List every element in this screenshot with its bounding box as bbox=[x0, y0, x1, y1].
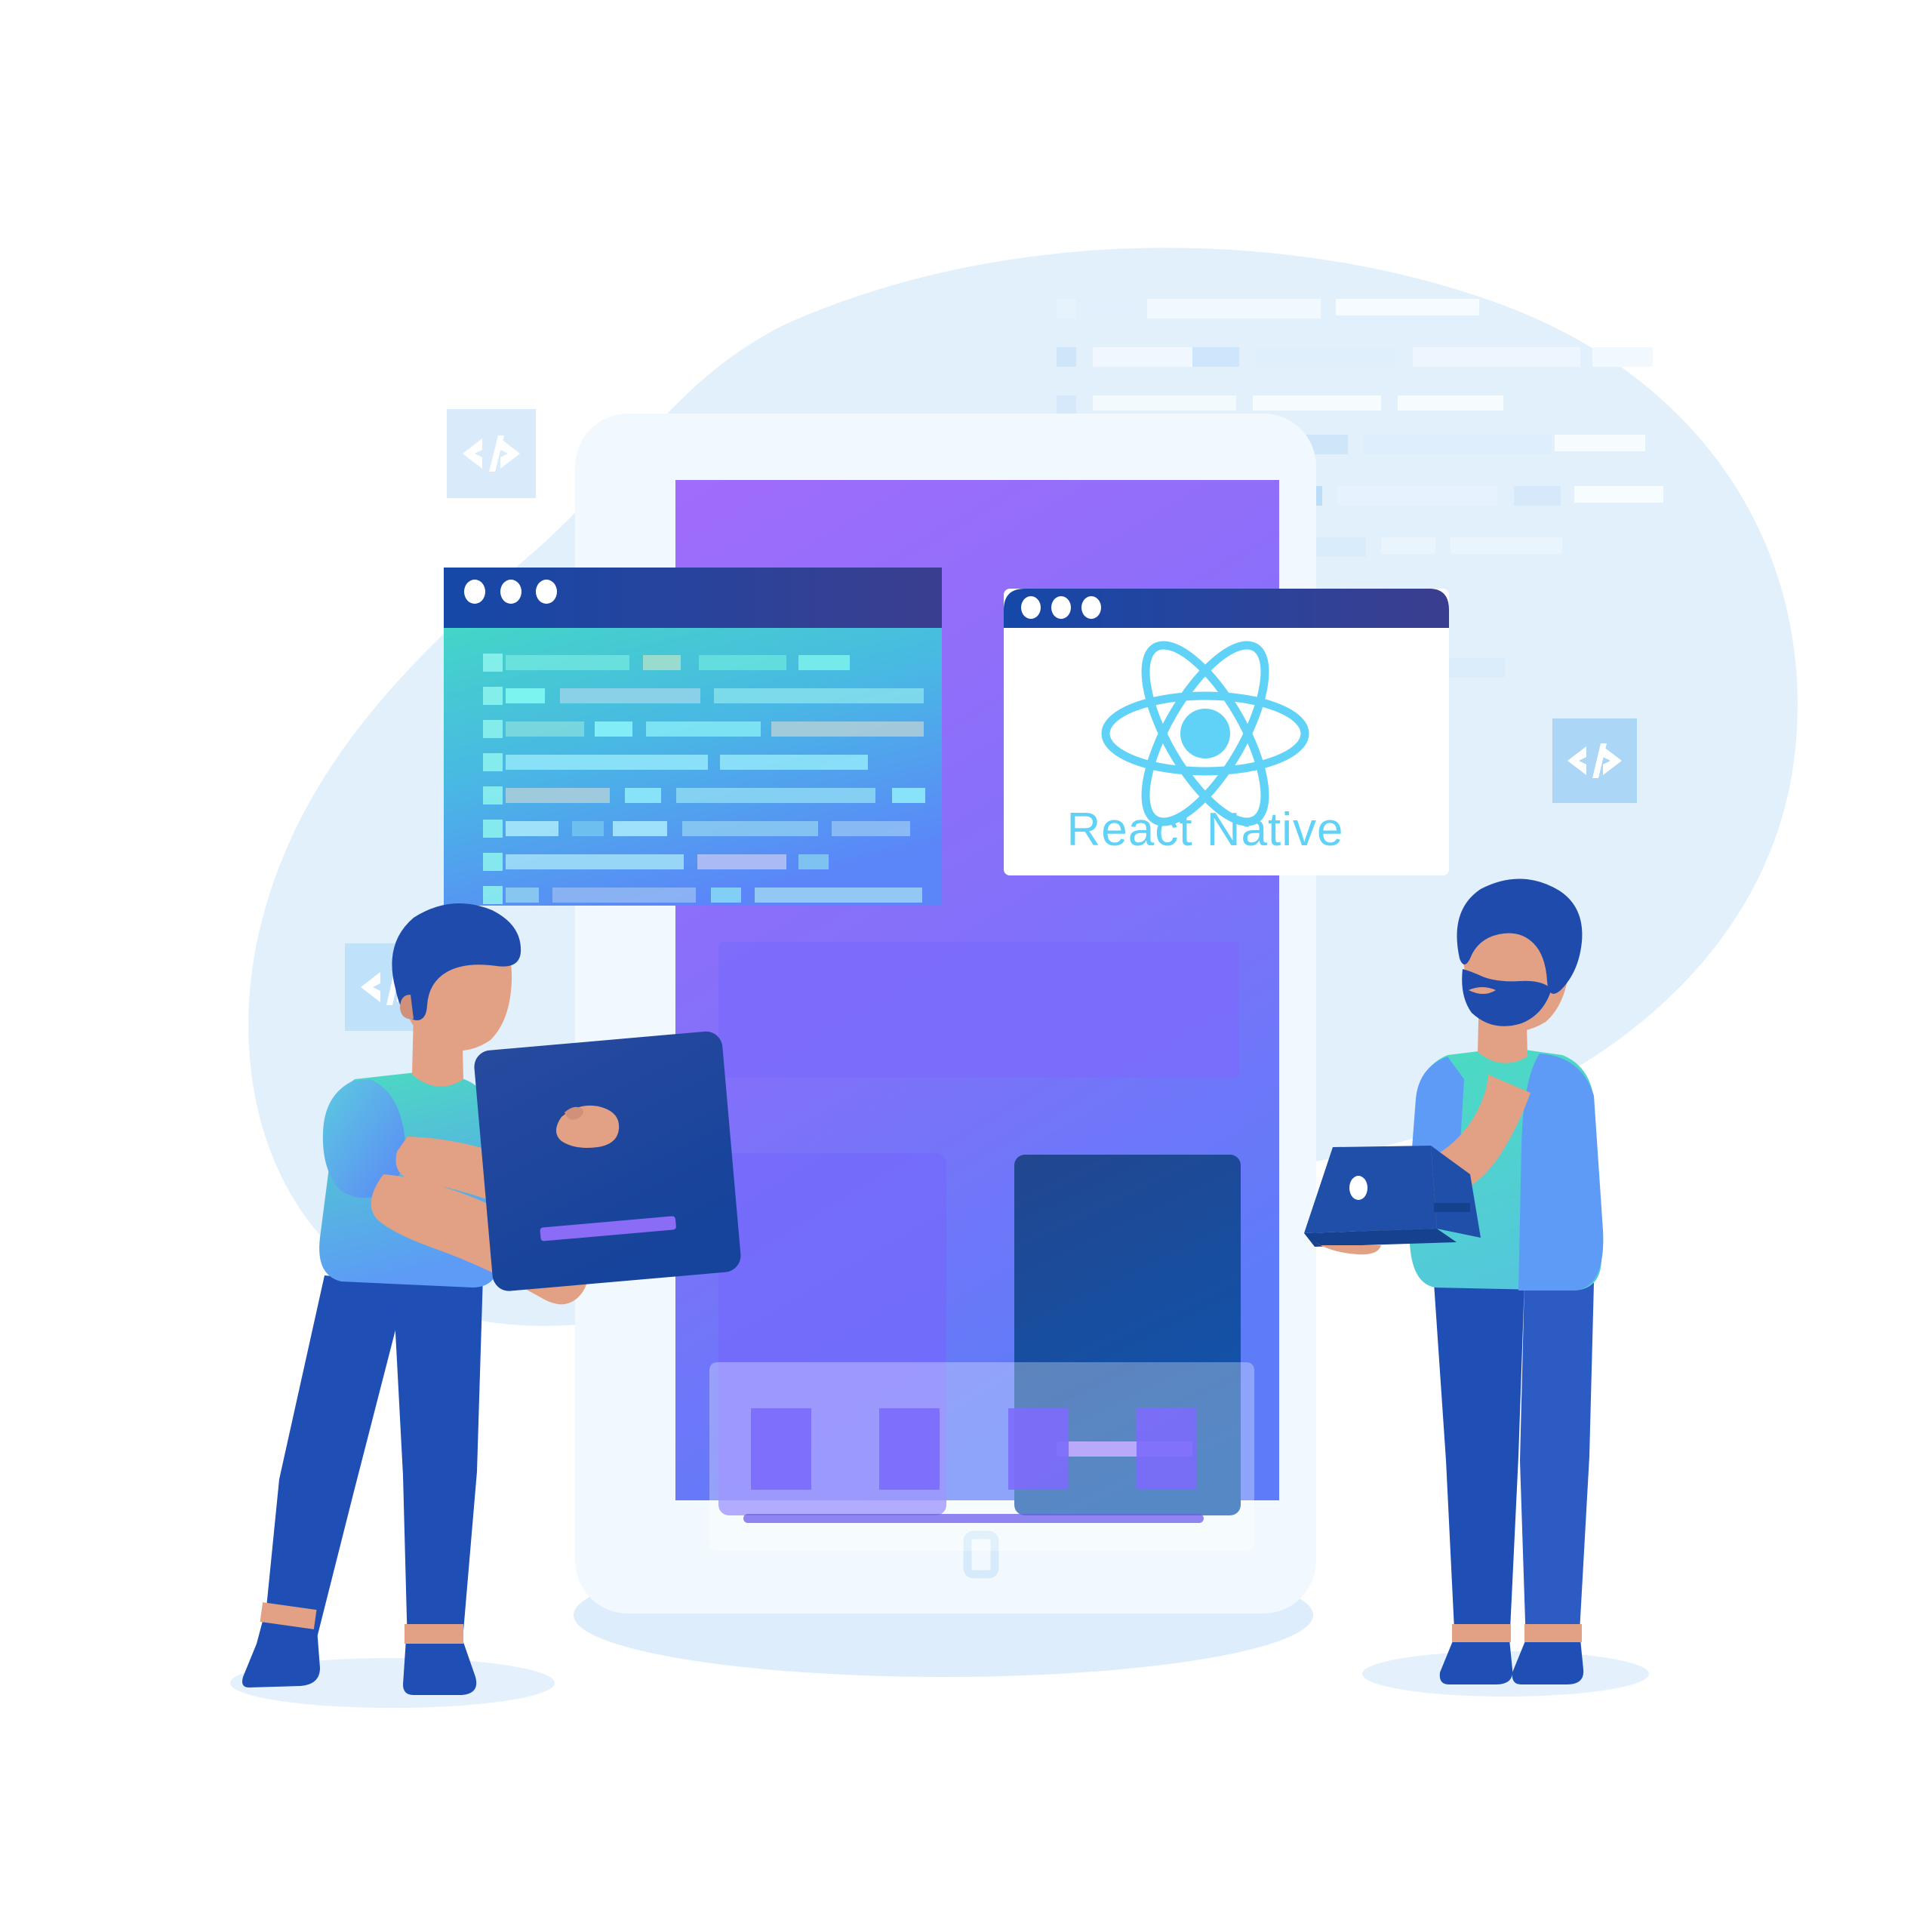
illustration-canvas: React Native bbox=[0, 0, 1932, 1932]
laptop-logo-icon bbox=[1349, 1176, 1367, 1200]
laptop-layer bbox=[1304, 1146, 1481, 1255]
laptop-hinge bbox=[1434, 1203, 1470, 1212]
laptop-device[interactable] bbox=[1304, 1146, 1481, 1255]
